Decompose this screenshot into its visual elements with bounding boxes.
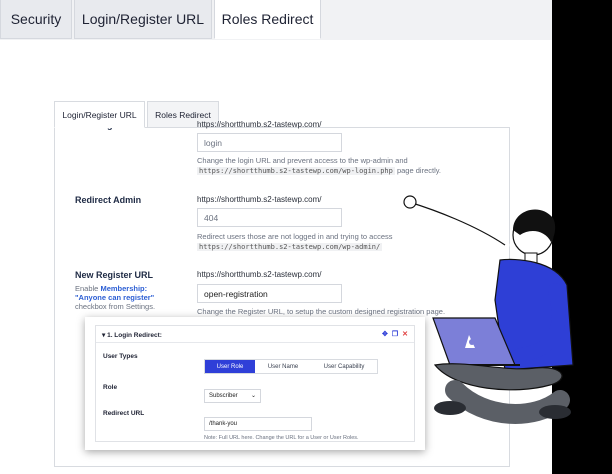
person-with-laptop-illustration — [403, 195, 574, 424]
redirect-admin-label: Redirect Admin — [75, 195, 142, 205]
redirect-url-input[interactable]: /thank-you — [204, 417, 312, 431]
login-url-help: Change the login URL and prevent access … — [197, 156, 442, 175]
role-label: Role — [103, 384, 118, 391]
move-icon[interactable]: ✥ — [382, 330, 388, 338]
tab-login-register-url[interactable]: Login/Register URL — [74, 0, 212, 39]
caret-down-icon: ▾ — [102, 332, 106, 339]
segment-user-role[interactable]: User Role — [205, 360, 255, 373]
register-base-url: https://shortthumb.s2-tastewp.com/ — [197, 270, 322, 279]
tab-roles-redirect[interactable]: Roles Redirect — [214, 0, 321, 39]
login-redirect-card: ▾ 1. Login Redirect: ✥ ❐ ✕ User Types Us… — [85, 317, 425, 450]
redirect-url-label: Redirect URL — [103, 410, 145, 417]
inner-tab-login-register-url[interactable]: Login/Register URL — [54, 101, 145, 128]
login-redirect-header[interactable]: ▾ 1. Login Redirect: ✥ ❐ ✕ — [96, 326, 414, 343]
user-type-switch: User Role User Name User Capability — [204, 359, 378, 374]
redirect-url-note: Note: Full URL here. Change the URL for … — [204, 435, 359, 441]
segment-user-capability[interactable]: User Capability — [311, 360, 377, 373]
user-types-label: User Types — [103, 353, 138, 360]
top-tab-bar: Security Login/Register URL Roles Redire… — [0, 0, 552, 40]
login-redirect-box: ▾ 1. Login Redirect: ✥ ❐ ✕ User Types Us… — [95, 325, 415, 442]
segment-user-name[interactable]: User Name — [255, 360, 311, 373]
tab-security[interactable]: Security — [0, 0, 72, 39]
redirect-admin-input[interactable]: 404 — [197, 208, 342, 227]
login-base-url: https://shortthumb.s2-tastewp.com/ — [197, 120, 322, 129]
membership-link[interactable]: Membership: — [100, 284, 147, 293]
chevron-down-icon: ⌄ — [250, 393, 256, 399]
login-url-input[interactable]: login — [197, 133, 342, 152]
role-select[interactable]: Subscriber ⌄ — [204, 389, 261, 403]
register-membership-note: Enable Membership: "Anyone can register"… — [75, 284, 156, 311]
admin-base-url: https://shortthumb.s2-tastewp.com/ — [197, 195, 322, 204]
register-url-input[interactable]: open-registration — [197, 284, 342, 303]
new-register-url-label: New Register URL — [75, 270, 154, 280]
